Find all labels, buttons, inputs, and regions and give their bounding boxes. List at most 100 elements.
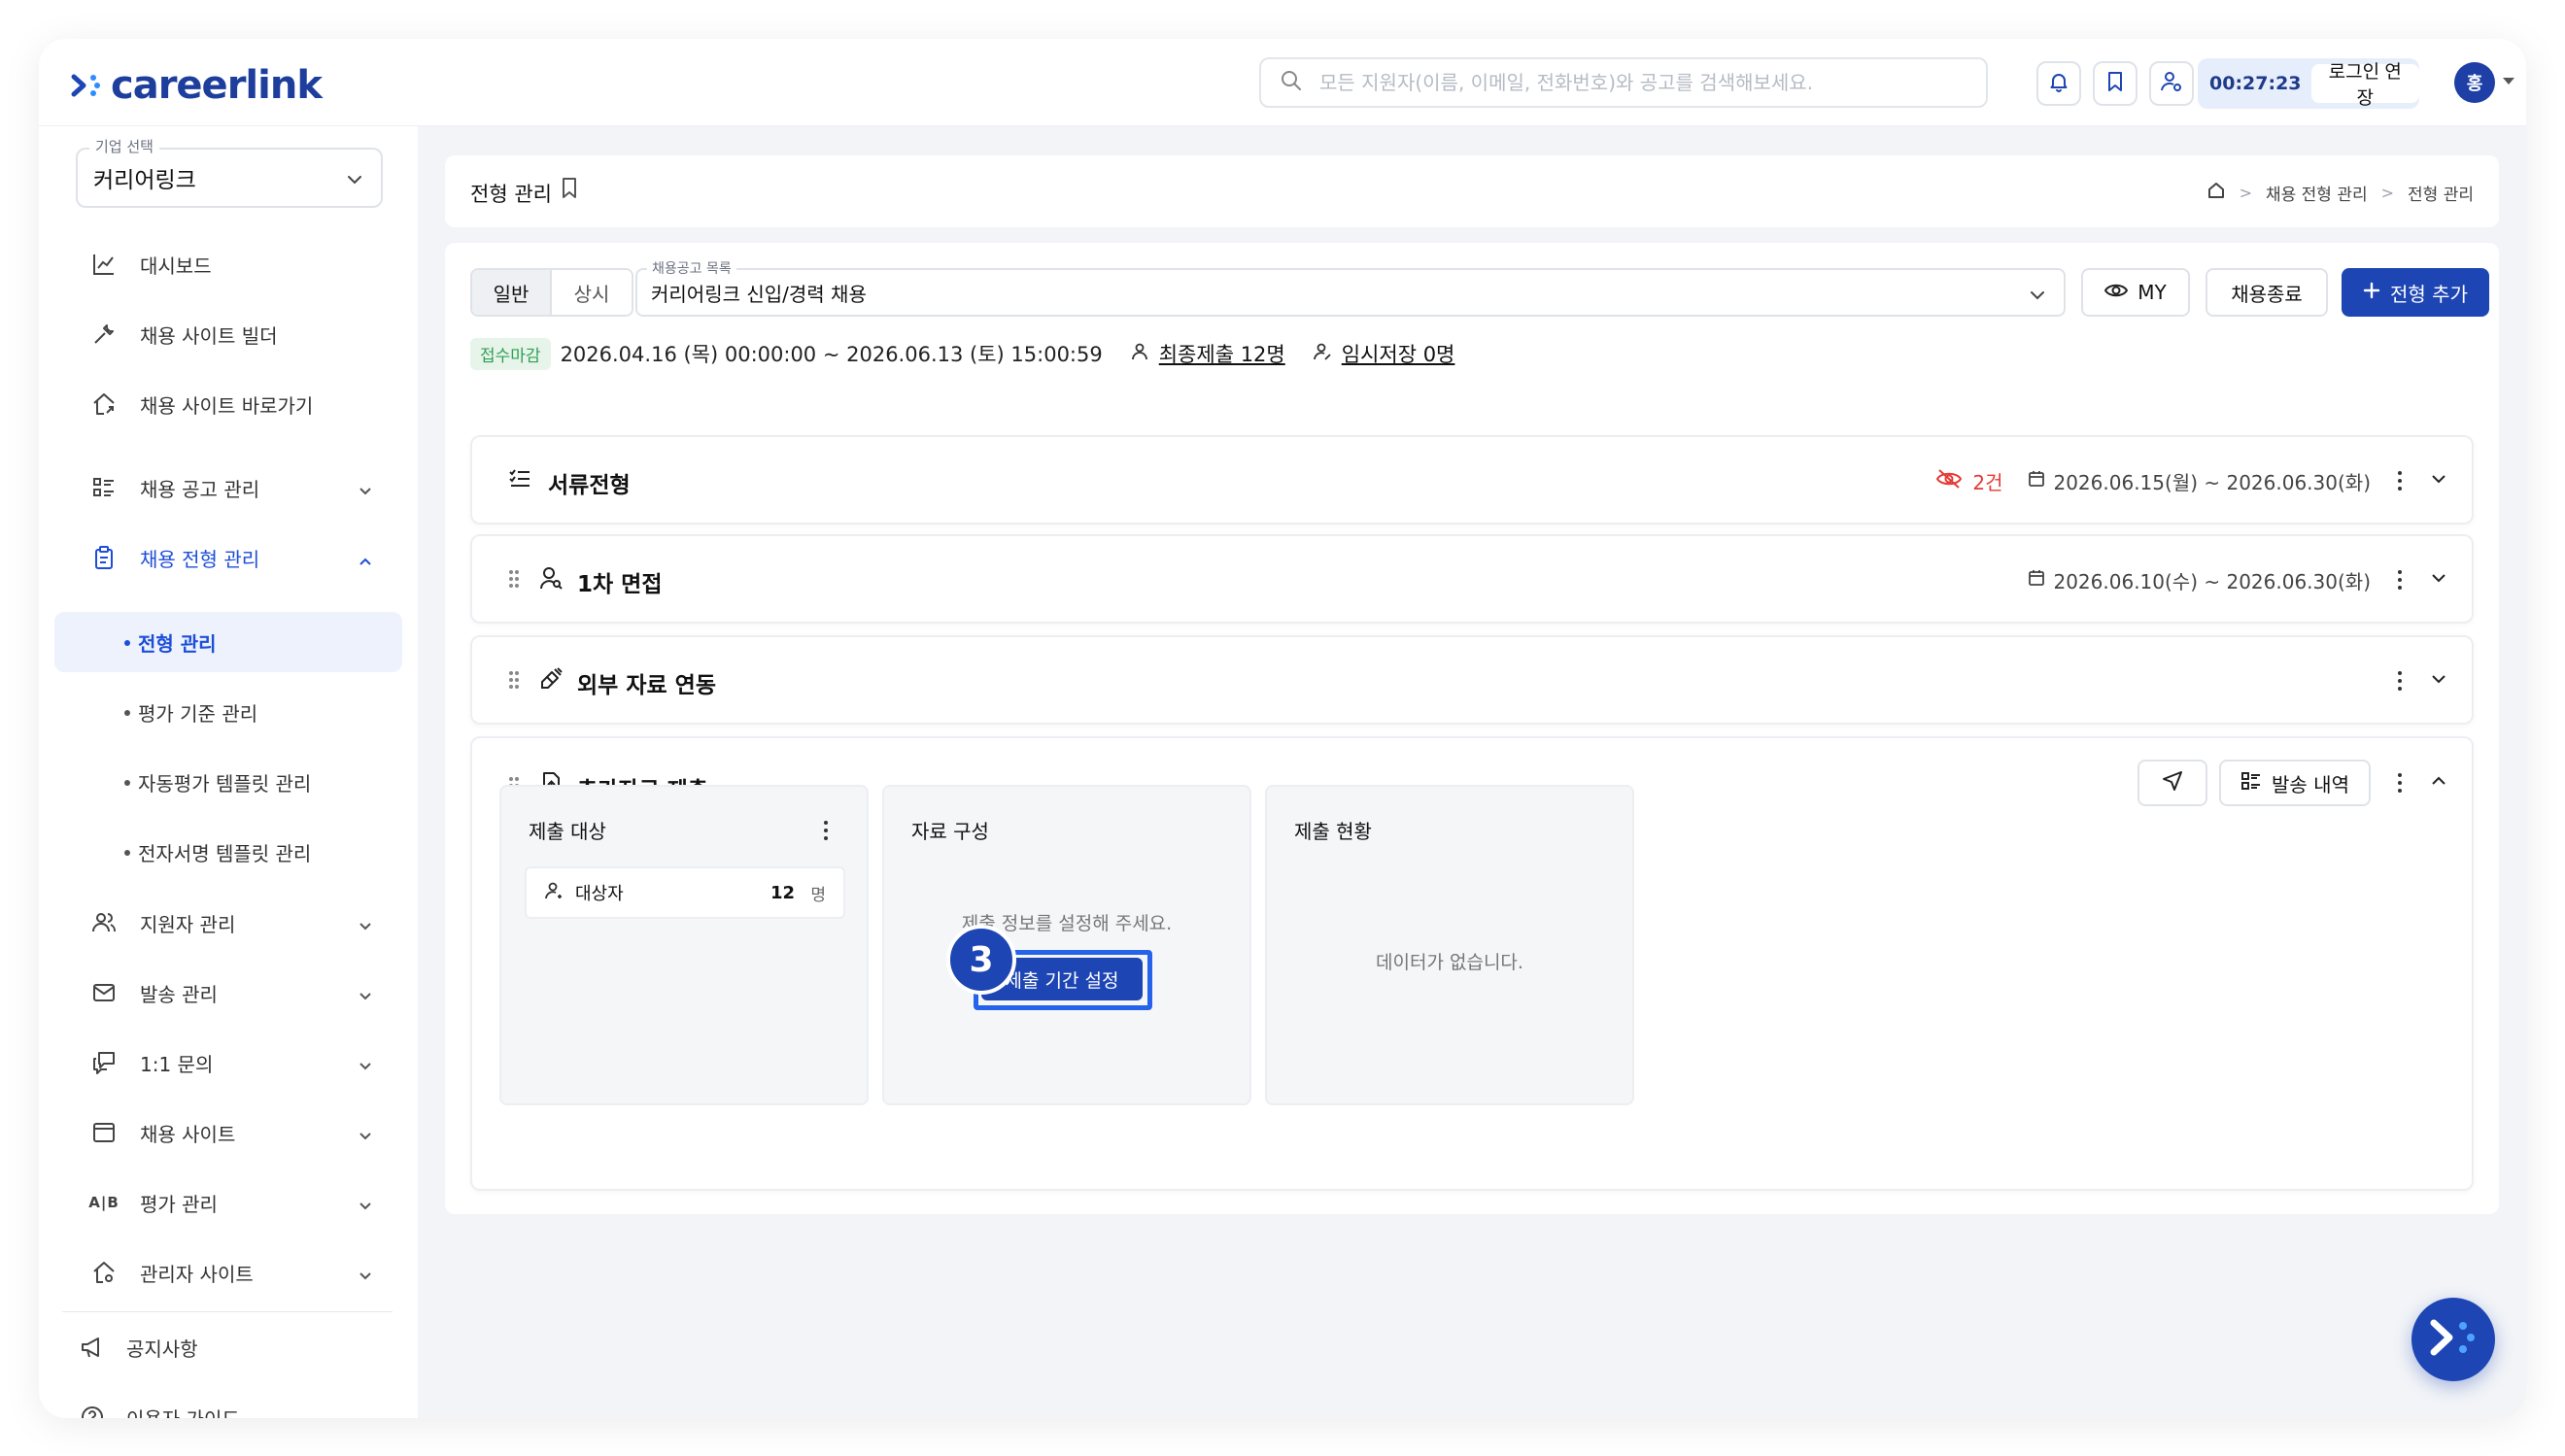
chevron-down-icon [358, 1196, 373, 1219]
submission-target-panel: 제출 대상 대상자 12 명 [499, 785, 869, 1105]
sidebar-subitem-auto-eval-template[interactable]: 자동평가 템플릿 관리 [54, 752, 402, 812]
sidebar-item-job-posting[interactable]: 채용 공고 관리 [54, 457, 402, 519]
calendar-icon [2028, 568, 2045, 592]
avatar-caret-icon[interactable] [2503, 78, 2514, 85]
hidden-count[interactable]: 2건 [1972, 467, 2002, 495]
sidebar-notice[interactable]: 공지사항 [54, 1317, 402, 1377]
target-unit: 명 [810, 885, 826, 905]
temp-save-link[interactable]: 임시저장 0명 [1342, 339, 1455, 368]
sidebar-subitem-stage-management[interactable]: 전형 관리 [54, 612, 402, 672]
submission-status-panel: 제출 현황 데이터가 없습니다. [1265, 785, 1634, 1105]
add-stage-button[interactable]: 전형 추가 [2342, 268, 2489, 317]
chevron-down-icon [358, 1056, 373, 1079]
sidebar-item-recruit-site[interactable]: 채용 사이트 [54, 1101, 402, 1164]
interview-person-icon [538, 565, 564, 594]
bookmark-icon [2105, 71, 2125, 96]
stage-meta: 발송 내역 [2138, 760, 2448, 806]
ab-icon: A|B [88, 1194, 120, 1211]
more-options-icon[interactable] [2388, 565, 2411, 594]
app-window: careerlink 00:27:23 로그인 연장 [39, 39, 2526, 1418]
sidebar-item-label: 공지사항 [126, 1337, 198, 1361]
sidebar-item-label: 발송 관리 [140, 982, 218, 1006]
sidebar-item-site-shortcut[interactable]: 채용 사이트 바로가기 [54, 373, 402, 435]
panel-title: 제출 현황 [1294, 820, 1372, 843]
users-icon [89, 908, 119, 937]
user-settings-button[interactable] [2149, 61, 2194, 106]
sidebar-subitem-evaluation-criteria[interactable]: 평가 기준 관리 [54, 682, 402, 742]
chevron-up-icon [358, 551, 373, 574]
stage-meta [2388, 666, 2448, 695]
plus-icon [2363, 281, 2380, 304]
sidebar-item-label: 채용 사이트 [140, 1122, 236, 1146]
logo[interactable]: careerlink [70, 63, 323, 108]
sidebar-item-admin-site[interactable]: 관리자 사이트 [54, 1241, 402, 1304]
eye-off-icon[interactable] [1935, 468, 1963, 494]
sidebar-guide[interactable]: 이용자 가이드 [54, 1387, 402, 1418]
posting-status-row: 접수마감 2026.04.16 (목) 00:00:00 ~ 2026.06.1… [470, 336, 1454, 371]
material-config-panel: 자료 구성 제출 정보를 설정해 주세요. 제출 기간 설정 3 [882, 785, 1251, 1105]
sidebar-item-applicants[interactable]: 지원자 관리 [54, 892, 402, 954]
assistant-fab[interactable] [2411, 1298, 2495, 1381]
breadcrumb-item[interactable]: 전형 관리 [2408, 181, 2474, 205]
send-button[interactable] [2138, 760, 2207, 806]
breadcrumb-item[interactable]: 채용 전형 관리 [2266, 181, 2368, 205]
notification-button[interactable] [2036, 61, 2081, 106]
sidebar-item-site-builder[interactable]: 채용 사이트 빌더 [54, 303, 402, 365]
sidebar-item-evaluation[interactable]: A|B 평가 관리 [54, 1171, 402, 1234]
final-submit-link[interactable]: 최종제출 12명 [1159, 339, 1285, 368]
chevron-down-icon[interactable] [2429, 469, 2448, 493]
sidebar-item-label: 관리자 사이트 [140, 1262, 254, 1286]
breadcrumb: > 채용 전형 관리 > 전형 관리 [2206, 181, 2474, 205]
target-row-label: 대상자 [575, 884, 624, 904]
my-filter-label: MY [2138, 281, 2167, 304]
company-select-value: 커리어링크 [93, 168, 196, 193]
avatar[interactable]: 홍 [2454, 62, 2495, 103]
close-recruitment-button[interactable]: 채용종료 [2206, 268, 2328, 317]
status-badge: 접수마감 [470, 337, 551, 370]
stage-period: 2026.06.15(월) ~ 2026.06.30(화) [2053, 470, 2371, 494]
logo-text: careerlink [111, 63, 323, 108]
more-options-icon[interactable] [2388, 666, 2411, 695]
drag-handle-icon[interactable] [507, 568, 521, 593]
posting-select-value: 커리어링크 신입/경력 채용 [651, 282, 867, 306]
company-select[interactable]: 커리어링크 [76, 148, 383, 208]
chevron-down-icon[interactable] [2429, 568, 2448, 593]
posting-select-legend: 채용공고 목록 [647, 258, 736, 278]
my-filter-button[interactable]: MY [2081, 268, 2190, 317]
bookmark-icon[interactable] [560, 177, 579, 204]
sidebar-subitem-esign-template[interactable]: 전자서명 템플릿 관리 [54, 822, 402, 882]
stage-external-data[interactable]: 외부 자료 연동 [470, 635, 2474, 725]
chevron-down-icon [358, 986, 373, 1009]
chevron-up-icon[interactable] [2429, 771, 2448, 796]
tab-general[interactable]: 일반 [472, 270, 552, 315]
bookmark-button[interactable] [2093, 61, 2138, 106]
sidebar-item-recruit-process[interactable]: 채용 전형 관리 [54, 526, 402, 589]
extend-login-button[interactable]: 로그인 연장 [2310, 62, 2419, 109]
drag-handle-icon[interactable] [507, 669, 521, 694]
global-search[interactable] [1259, 57, 1988, 108]
send-history-button[interactable]: 발송 내역 [2219, 760, 2371, 806]
sidebar-item-inquiry[interactable]: 1:1 문의 [54, 1032, 402, 1094]
sidebar-item-label: 채용 사이트 바로가기 [140, 393, 314, 418]
posting-select[interactable]: 커리어링크 신입/경력 채용 [635, 268, 2066, 317]
more-options-icon[interactable] [2388, 768, 2411, 797]
plug-icon [538, 666, 564, 695]
posting-type-toggle: 일반 상시 [470, 268, 633, 317]
sidebar-item-send-management[interactable]: 발송 관리 [54, 962, 402, 1024]
chevron-down-icon [346, 169, 363, 194]
chevron-down-icon [358, 481, 373, 504]
stage-first-interview[interactable]: 1차 면접 2026.06.10(수) ~ 2026.06.30(화) [470, 534, 2474, 624]
home-icon[interactable] [2206, 181, 2226, 205]
tab-always[interactable]: 상시 [552, 270, 632, 315]
sidebar-item-dashboard[interactable]: 대시보드 [54, 233, 402, 295]
stage-document-screening[interactable]: 서류전형 2건 2026.06.15(월) ~ 2026.06.30(화) [470, 435, 2474, 525]
panel-title: 제출 대상 [529, 820, 606, 843]
chevron-down-icon[interactable] [2429, 669, 2448, 694]
sidebar-item-label: 이용자 가이드 [126, 1404, 240, 1419]
search-input[interactable] [1319, 71, 1961, 94]
send-icon [2162, 770, 2183, 796]
more-options-icon[interactable] [814, 816, 838, 845]
more-options-icon[interactable] [2388, 466, 2411, 495]
target-row[interactable]: 대상자 12 명 [525, 866, 845, 919]
page-header: 전형 관리 > 채용 전형 관리 > 전형 관리 [445, 155, 2499, 227]
